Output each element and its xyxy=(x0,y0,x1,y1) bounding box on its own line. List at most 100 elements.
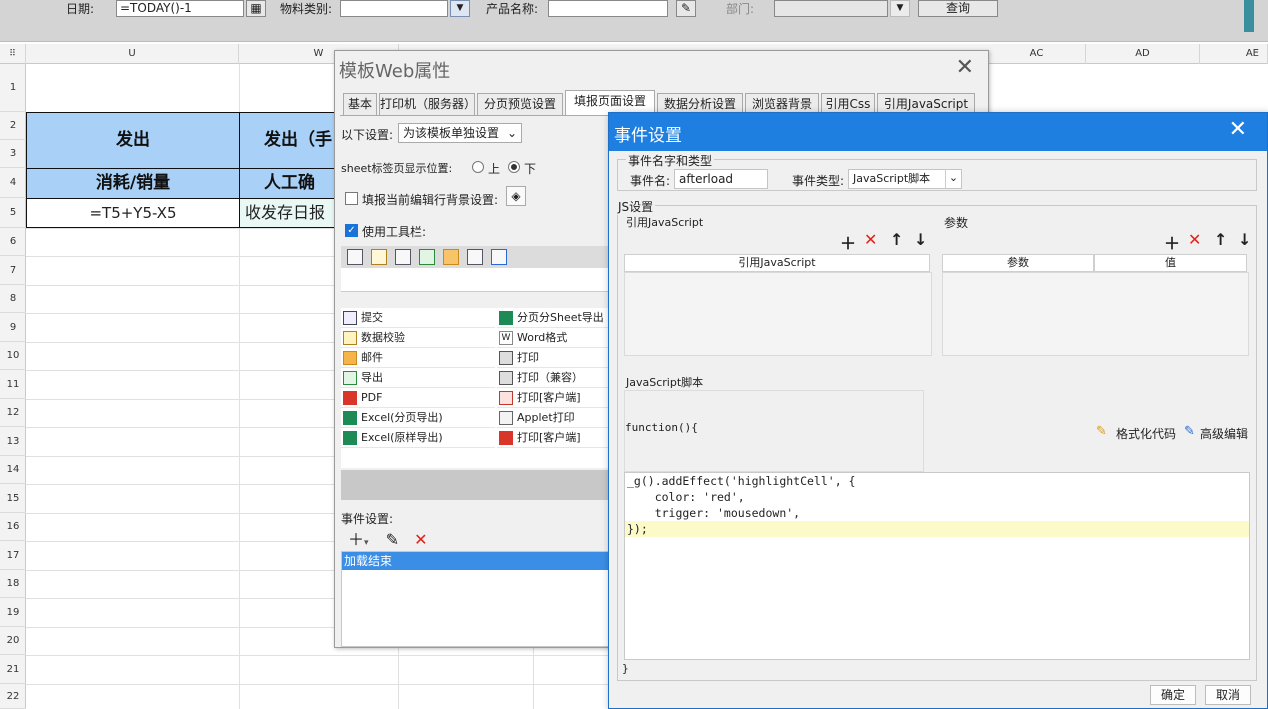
row-22[interactable]: 22 xyxy=(0,684,26,709)
row-6[interactable]: 6 xyxy=(0,228,26,256)
close-icon[interactable]: ✕ xyxy=(1229,117,1247,142)
row-3[interactable]: 3 xyxy=(0,140,26,168)
grid-icon[interactable] xyxy=(467,249,483,265)
chevron-down-icon[interactable]: ▾ xyxy=(364,538,369,548)
sub-header-consumption[interactable]: 消耗/销量 xyxy=(26,168,240,199)
ref-js-column-header[interactable]: 引用JavaScript xyxy=(624,254,930,272)
row-20[interactable]: 20 xyxy=(0,627,26,655)
applet-icon xyxy=(499,411,513,425)
tab-printer[interactable]: 打印机（服务器） xyxy=(379,93,476,115)
material-dropdown-icon[interactable]: ▼ xyxy=(450,0,470,17)
query-button[interactable]: 查询 xyxy=(918,0,998,17)
param-table[interactable] xyxy=(942,272,1249,356)
list-item[interactable]: W Word格式 xyxy=(497,328,621,348)
list-item[interactable]: Excel(原样导出) xyxy=(341,428,495,448)
radio-top[interactable] xyxy=(472,161,484,173)
toolbar-checkbox[interactable]: ✓ xyxy=(345,224,358,237)
delete-icon[interactable]: ✕ xyxy=(864,230,877,249)
brush-icon[interactable]: ✎ xyxy=(1096,424,1107,439)
list-item[interactable]: 导出 xyxy=(341,368,495,388)
ok-button[interactable]: 确定 xyxy=(1150,685,1196,705)
add-icon[interactable]: ＋ xyxy=(1164,230,1180,254)
list-item[interactable]: 打印 xyxy=(497,348,621,368)
edit-icon[interactable]: ✎ xyxy=(676,0,696,17)
list-item[interactable]: 分页分Sheet导出 xyxy=(497,308,621,328)
window-icon[interactable] xyxy=(491,249,507,265)
export-icon[interactable] xyxy=(419,249,435,265)
row-7[interactable]: 7 xyxy=(0,256,26,285)
row-8[interactable]: 8 xyxy=(0,285,26,313)
paint-bucket-icon[interactable]: ◈ xyxy=(506,186,526,206)
row-4[interactable]: 4 xyxy=(0,168,26,198)
calendar-icon[interactable]: ▦ xyxy=(246,0,266,17)
row-5[interactable]: 5 xyxy=(0,198,26,228)
event-type-select[interactable]: JavaScript脚本 ⌄ xyxy=(848,169,962,189)
mail-icon[interactable] xyxy=(443,249,459,265)
radio-bottom[interactable] xyxy=(508,161,520,173)
row-14[interactable]: 14 xyxy=(0,456,26,484)
col-u[interactable]: U xyxy=(26,44,239,64)
arrow-up-icon[interactable]: ↑ xyxy=(890,230,903,249)
list-item[interactable]: 打印[客户端] xyxy=(497,428,621,448)
col-ae[interactable]: AE xyxy=(1200,44,1268,64)
list-item[interactable]: 打印[客户端] xyxy=(497,388,621,408)
row-19[interactable]: 19 xyxy=(0,598,26,627)
ref-js-table[interactable] xyxy=(624,272,932,356)
save-icon[interactable] xyxy=(347,249,363,265)
add-icon[interactable]: ＋ xyxy=(348,530,364,549)
list-item[interactable]: 数据校验 xyxy=(341,328,495,348)
add-icon[interactable]: ＋ xyxy=(840,230,856,254)
row-17[interactable]: 17 xyxy=(0,541,26,570)
list-item[interactable]: 提交 xyxy=(341,308,495,328)
param-column-header[interactable]: 参数 xyxy=(942,254,1094,272)
col-ac[interactable]: AC xyxy=(988,44,1086,64)
row-10[interactable]: 10 xyxy=(0,342,26,370)
arrow-up-icon[interactable]: ↑ xyxy=(1214,230,1227,249)
header-cell-issue[interactable]: 发出 xyxy=(26,112,240,169)
row-18[interactable]: 18 xyxy=(0,570,26,598)
delete-icon[interactable]: ✕ xyxy=(1188,230,1201,249)
list-item[interactable]: PDF xyxy=(341,388,495,408)
delete-icon[interactable]: ✕ xyxy=(414,530,427,549)
dept-input[interactable] xyxy=(774,0,888,17)
row-15[interactable]: 15 xyxy=(0,484,26,513)
list-item[interactable]: Excel(分页导出) xyxy=(341,408,495,428)
code-line: _g().addEffect('highlightCell', { xyxy=(625,473,1249,489)
date-input[interactable]: =TODAY()-1 xyxy=(116,0,244,17)
row-bg-checkbox[interactable] xyxy=(345,192,358,205)
event-name-input[interactable]: afterload xyxy=(674,169,768,189)
verify-icon[interactable] xyxy=(371,249,387,265)
arrow-down-icon[interactable]: ↓ xyxy=(1238,230,1251,249)
row-16[interactable]: 16 xyxy=(0,513,26,541)
value-column-header[interactable]: 值 xyxy=(1094,254,1247,272)
list-item[interactable]: 打印（兼容） xyxy=(497,368,621,388)
advanced-edit-button[interactable]: 高级编辑 xyxy=(1200,425,1248,442)
material-select[interactable] xyxy=(340,0,448,17)
formula-cell[interactable]: =T5+Y5-X5 xyxy=(26,198,240,228)
print-icon[interactable] xyxy=(395,249,411,265)
code-editor[interactable]: _g().addEffect('highlightCell', { color:… xyxy=(624,472,1250,660)
setting-combo[interactable]: 为该模板单独设置 ⌄ xyxy=(398,123,522,143)
row-12[interactable]: 12 xyxy=(0,399,26,427)
row-13[interactable]: 13 xyxy=(0,427,26,456)
edit-icon[interactable]: ✎ xyxy=(1184,424,1195,439)
row-11[interactable]: 11 xyxy=(0,370,26,399)
format-code-button[interactable]: 格式化代码 xyxy=(1116,425,1176,442)
list-item[interactable]: Applet打印 xyxy=(497,408,621,428)
dept-dropdown-icon[interactable]: ▼ xyxy=(890,0,910,17)
select-all-icon[interactable]: ⠿ xyxy=(0,44,26,64)
list-item[interactable]: 邮件 xyxy=(341,348,495,368)
close-icon[interactable]: ✕ xyxy=(956,55,974,80)
row-1[interactable]: 1 xyxy=(0,64,26,112)
cancel-button[interactable]: 取消 xyxy=(1205,685,1251,705)
arrow-down-icon[interactable]: ↓ xyxy=(914,230,927,249)
col-ad[interactable]: AD xyxy=(1086,44,1200,64)
tab-basic[interactable]: 基本 xyxy=(343,93,377,115)
row-9[interactable]: 9 xyxy=(0,313,26,342)
row-2[interactable]: 2 xyxy=(0,112,26,140)
row-21[interactable]: 21 xyxy=(0,655,26,684)
event-item-afterload[interactable]: 加载结束 xyxy=(342,552,620,570)
tab-page-preview[interactable]: 分页预览设置 xyxy=(477,93,563,115)
product-input[interactable] xyxy=(548,0,668,17)
edit-icon[interactable]: ✎ xyxy=(386,530,399,549)
